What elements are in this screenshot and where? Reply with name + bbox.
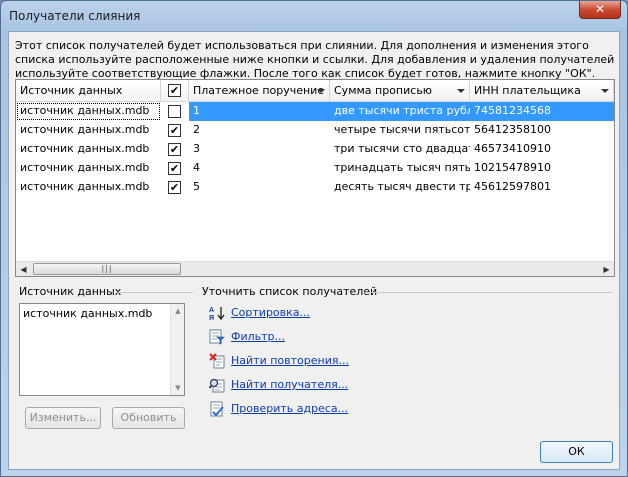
row-checkbox[interactable]: ✔ [168, 162, 181, 175]
cell-check[interactable]: ✔ [161, 159, 189, 178]
cell-inn: 74581234568 [470, 102, 614, 121]
cell-num: 3 [193, 142, 200, 155]
find-recipient-icon [209, 378, 225, 393]
cell-num: 4 [193, 161, 200, 174]
window-title: Получатели слияния [9, 9, 141, 23]
cell-sum: три тысячи сто двадцать [334, 142, 470, 155]
close-button[interactable]: ✕ [579, 1, 621, 19]
cell-check[interactable]: ✔ [161, 102, 189, 121]
cell-check[interactable]: ✔ [161, 178, 189, 197]
vertical-scrollbar[interactable]: ▲ ▼ [170, 304, 184, 395]
row-checkbox[interactable]: ✔ [168, 181, 181, 194]
header-payment-order[interactable]: Платежное поручение [189, 80, 330, 102]
header-source[interactable]: Источник данных [16, 80, 161, 102]
cell-check[interactable]: ✔ [161, 121, 189, 140]
cell-source: источник данных.mdb [20, 142, 150, 155]
cell-inn: 46573410910 [474, 142, 551, 155]
datasource-list[interactable]: источник данных.mdb ▲ ▼ [19, 303, 185, 396]
scroll-up-icon[interactable]: ▲ [171, 304, 185, 318]
row-checkbox[interactable]: ✔ [168, 105, 181, 118]
table-row[interactable]: источник данных.mdb ✔ 3 три тысячи сто д… [16, 140, 614, 159]
cell-source: источник данных.mdb [20, 161, 150, 174]
header-select-all[interactable]: ✔ [161, 80, 189, 102]
cell-inn: 10215478910 [474, 161, 551, 174]
cell-num: 1 [189, 102, 330, 121]
svg-text:Я: Я [209, 315, 214, 321]
validate-addresses-link[interactable]: Проверить адреса... [231, 402, 348, 415]
edit-button[interactable]: Изменить... [25, 407, 101, 429]
ok-button[interactable]: ОК [540, 441, 613, 463]
dialog-body: Этот список получателей будет использова… [8, 31, 620, 470]
header-amount-words[interactable]: Сумма прописью [330, 80, 470, 102]
table-row[interactable]: источник данных.mdb ✔ 5 десять тысяч две… [16, 178, 614, 197]
find-duplicates-link[interactable]: Найти повторения... [231, 354, 349, 367]
scroll-right-icon[interactable]: ▶ [599, 262, 614, 277]
cell-sum: четыре тысячи пятьсот [334, 123, 470, 136]
cell-num: 2 [193, 123, 200, 136]
scroll-down-icon[interactable]: ▼ [171, 381, 185, 395]
filter-link[interactable]: Фильтр... [231, 330, 285, 343]
table-header: Источник данных ✔ Платежное поручение Су… [16, 80, 614, 102]
cell-sum: две тысячи триста рубл [330, 102, 470, 121]
cell-inn: 56412358100 [474, 123, 551, 136]
cell-source: источник данных.mdb [20, 123, 150, 136]
row-checkbox[interactable]: ✔ [168, 143, 181, 156]
cell-inn: 45612597801 [474, 180, 551, 193]
cell-source: источник данных.mdb [20, 180, 150, 193]
sort-link[interactable]: Сортировка... [231, 306, 310, 319]
table-row[interactable]: источник данных.mdb ✔ 4 тринадцать тысяч… [16, 159, 614, 178]
refresh-button[interactable]: Обновить [112, 407, 185, 429]
mail-merge-recipients-dialog: Получатели слияния ✕ Этот список получат… [0, 0, 628, 477]
horizontal-scrollbar[interactable]: ◀ ||| ▶ [16, 261, 614, 276]
refine-label: Уточнить список получателей [202, 285, 378, 298]
scrollbar-thumb[interactable]: ||| [33, 263, 181, 275]
cell-source: источник данных.mdb [16, 102, 161, 121]
row-checkbox[interactable]: ✔ [168, 124, 181, 137]
filter-icon [209, 329, 225, 345]
svg-text:A: A [209, 307, 214, 314]
sort-az-icon: A Я [209, 307, 225, 321]
chevron-down-icon[interactable] [601, 89, 609, 93]
chevron-down-icon[interactable] [457, 89, 465, 93]
chevron-down-icon[interactable] [317, 89, 325, 93]
divider [117, 292, 193, 293]
cell-check[interactable]: ✔ [161, 140, 189, 159]
cell-sum: десять тысяч двести три [334, 180, 470, 193]
close-icon: ✕ [594, 2, 606, 16]
datasource-label: Источник данных [19, 285, 122, 298]
recipients-table[interactable]: Источник данных ✔ Платежное поручение Су… [15, 79, 615, 277]
select-all-checkbox[interactable]: ✔ [168, 84, 181, 97]
table-row[interactable]: источник данных.mdb ✔ 1 две тысячи трист… [16, 102, 614, 121]
list-item[interactable]: источник данных.mdb [23, 307, 152, 320]
validate-addresses-icon [210, 401, 224, 417]
table-row[interactable]: источник данных.mdb ✔ 2 четыре тысячи пя… [16, 121, 614, 140]
find-recipient-link[interactable]: Найти получателя... [231, 378, 348, 391]
cell-sum: тринадцать тысяч пятьсот [334, 161, 470, 174]
find-duplicates-icon [209, 353, 225, 369]
cell-num: 5 [193, 180, 200, 193]
header-payer-inn[interactable]: ИНН плательщика [470, 80, 614, 102]
intro-text: Этот список получателей будет использова… [15, 39, 615, 80]
divider [363, 292, 613, 293]
scroll-left-icon[interactable]: ◀ [16, 262, 31, 277]
